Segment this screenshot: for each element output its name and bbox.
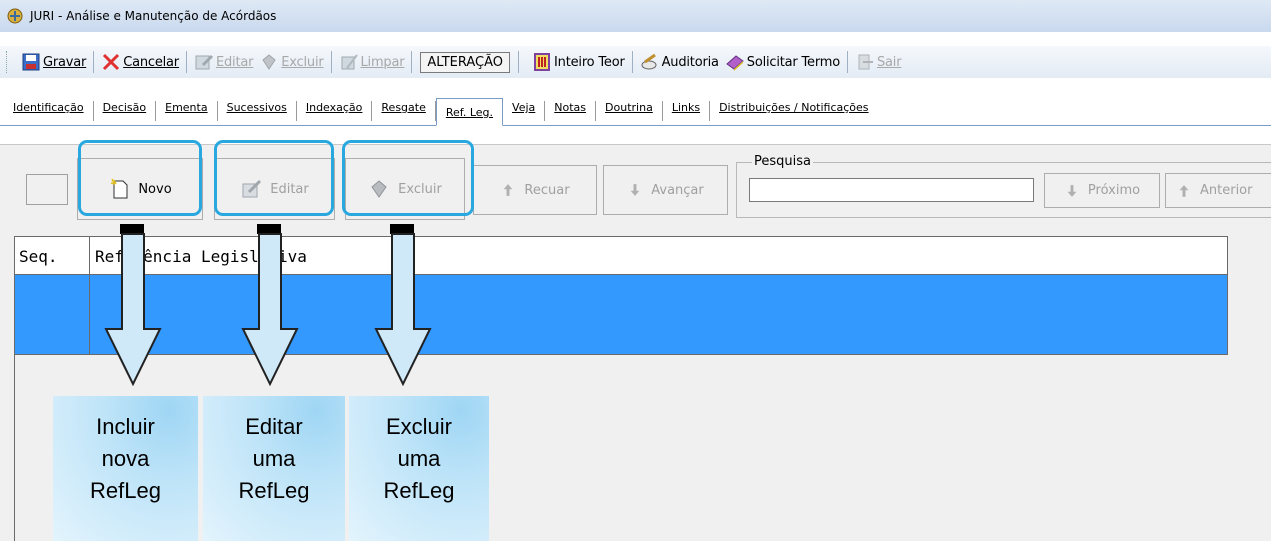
document-icon <box>534 53 551 71</box>
arrow-down-callout-novo <box>104 224 162 386</box>
tab-ref-leg[interactable]: Ref. Leg. <box>435 98 504 126</box>
callout-line: Editar <box>245 414 303 439</box>
arrow-down-callout-editar <box>241 224 299 386</box>
delete-icon <box>262 54 276 70</box>
edit-icon <box>195 54 214 70</box>
inteiro-teor-label: Inteiro Teor <box>554 54 625 70</box>
record-indicator <box>26 174 68 205</box>
highlight-excluir <box>342 140 474 216</box>
avancar-button[interactable]: Avançar <box>603 165 728 215</box>
proximo-button[interactable]: Próximo <box>1044 173 1160 208</box>
callout-line: uma <box>252 446 296 471</box>
tab-strip: Identificação Decisão Ementa Sucessivos … <box>0 88 1271 126</box>
toolbar-separator <box>411 51 413 73</box>
exit-icon <box>858 54 873 70</box>
callout-line: uma <box>397 446 441 471</box>
tab-doutrina[interactable]: Doutrina <box>596 101 663 121</box>
column-divider <box>89 237 90 354</box>
search-input[interactable] <box>749 178 1034 202</box>
tab-distribuicoes[interactable]: Distribuições / Notificações <box>710 101 877 121</box>
recuar-button[interactable]: Recuar <box>473 165 597 215</box>
arrow-up-icon <box>1179 184 1189 197</box>
panel-left-border <box>14 355 15 541</box>
proximo-label: Próximo <box>1087 183 1141 198</box>
tab-decisao[interactable]: Decisão <box>94 101 157 121</box>
tab-identificacao[interactable]: Identificação <box>4 101 94 121</box>
tab-links[interactable]: Links <box>663 101 711 121</box>
auditoria-label: Auditoria <box>661 54 719 70</box>
table-row[interactable] <box>15 275 1227 354</box>
limpar-button[interactable]: Limpar <box>336 49 408 75</box>
mode-indicator: ALTERAÇÃO <box>420 51 511 73</box>
limpar-label: Limpar <box>360 54 405 70</box>
app-icon <box>7 8 23 24</box>
editar-toolbar-label: Editar <box>215 54 254 70</box>
callout-incluir: Incluir nova RefLeg <box>53 396 198 541</box>
main-toolbar: Gravar Cancelar Editar Excluir Limpar AL… <box>0 46 1271 78</box>
ref-leg-grid[interactable]: Seq. Referência Legislativa <box>14 236 1228 355</box>
editar-toolbar-button[interactable]: Editar <box>191 49 256 75</box>
title-bar: JURI - Análise e Manutenção de Acórdãos <box>0 0 1271 32</box>
cancel-icon <box>103 53 120 71</box>
arrow-down-callout-excluir <box>374 224 432 386</box>
sair-label: Sair <box>876 54 902 70</box>
callout-line: nova <box>101 446 150 471</box>
grid-header: Seq. Referência Legislativa <box>15 237 1227 275</box>
cancelar-label: Cancelar <box>123 54 179 70</box>
callout-excluir: Excluir uma RefLeg <box>349 396 489 541</box>
sair-button[interactable]: Sair <box>852 49 904 75</box>
solicitar-termo-label: Solicitar Termo <box>746 54 840 70</box>
callout-editar: Editar uma RefLeg <box>203 396 345 541</box>
anterior-label: Anterior <box>1200 183 1253 198</box>
excluir-toolbar-label: Excluir <box>281 54 324 70</box>
highlight-novo <box>78 140 202 216</box>
highlight-editar <box>214 140 334 216</box>
window-title: JURI - Análise e Manutenção de Acórdãos <box>30 9 277 23</box>
toolbar-separator <box>631 51 633 73</box>
callout-line: RefLeg <box>383 478 455 503</box>
tab-veja[interactable]: Veja <box>503 101 546 121</box>
audit-icon <box>641 53 657 70</box>
avancar-label: Avançar <box>651 182 704 198</box>
gravar-label: Gravar <box>43 54 87 70</box>
callout-line: Excluir <box>385 414 452 439</box>
tab-resgate[interactable]: Resgate <box>372 101 436 121</box>
gravar-button[interactable]: Gravar <box>18 49 89 75</box>
solicitar-termo-button[interactable]: Solicitar Termo <box>722 49 843 75</box>
tab-ementa[interactable]: Ementa <box>156 101 218 121</box>
callout-line: RefLeg <box>90 478 161 503</box>
recuar-label: Recuar <box>524 182 570 198</box>
cancelar-button[interactable]: Cancelar <box>98 49 182 75</box>
toolbar-separator <box>93 51 95 73</box>
arrow-down-icon <box>630 184 640 196</box>
column-header-seq[interactable]: Seq. <box>19 247 58 266</box>
toolbar-grip[interactable] <box>6 51 12 73</box>
book-icon <box>725 55 744 71</box>
tab-notas[interactable]: Notas <box>545 101 597 121</box>
tab-indexacao[interactable]: Indexação <box>297 101 373 121</box>
clear-icon <box>341 54 358 70</box>
callout-line: RefLeg <box>238 478 310 503</box>
toolbar-separator <box>330 51 332 73</box>
search-label: Pesquisa <box>752 154 813 169</box>
toolbar-separator <box>846 51 848 73</box>
excluir-toolbar-button[interactable]: Excluir <box>256 49 326 75</box>
toolbar-separator <box>518 51 520 73</box>
tab-sucessivos[interactable]: Sucessivos <box>218 101 297 121</box>
callout-line: Incluir <box>96 414 155 439</box>
inteiro-teor-button[interactable]: Inteiro Teor <box>529 49 628 75</box>
toolbar-separator <box>185 51 187 73</box>
auditoria-button[interactable]: Auditoria <box>637 49 722 75</box>
save-icon <box>22 53 40 71</box>
anterior-button[interactable]: Anterior <box>1165 173 1271 208</box>
arrow-down-icon <box>1067 184 1077 197</box>
arrow-up-icon <box>504 184 513 196</box>
